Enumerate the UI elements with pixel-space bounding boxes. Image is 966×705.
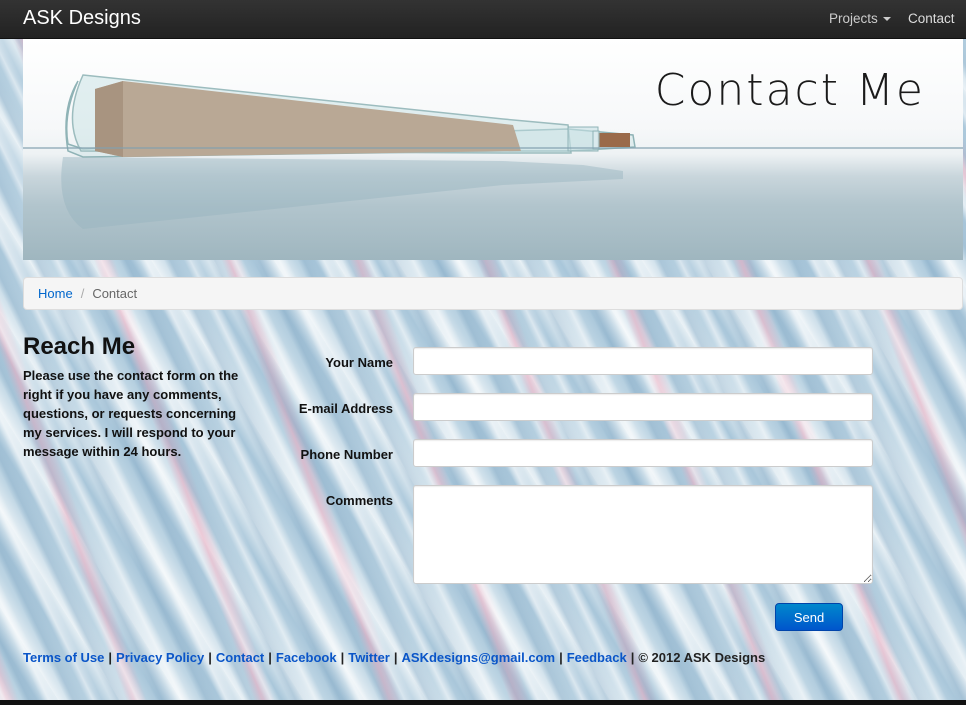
nav-projects-dropdown[interactable]: Projects — [829, 11, 891, 26]
top-navbar: ASK Designs Projects Contact — [0, 0, 966, 39]
name-field[interactable] — [413, 347, 873, 375]
footer-separator: | — [559, 650, 563, 665]
footer-link-privacy[interactable]: Privacy Policy — [116, 650, 204, 665]
breadcrumb-separator: / — [80, 286, 85, 301]
email-label: E-mail Address — [298, 401, 393, 416]
footer-separator: | — [208, 650, 212, 665]
breadcrumb: Home / Contact — [23, 277, 963, 310]
phone-field[interactable] — [413, 439, 873, 467]
footer-separator: | — [340, 650, 345, 665]
water-line — [23, 147, 963, 149]
breadcrumb-current: Contact — [92, 286, 138, 301]
footer-link-feedback[interactable]: Feedback — [567, 650, 627, 665]
footer-separator: | — [108, 650, 113, 665]
brand-logo[interactable]: ASK Designs — [23, 7, 141, 30]
name-label: Your Name — [325, 355, 393, 370]
comments-label: Comments — [325, 493, 393, 508]
bottom-bar — [0, 700, 966, 705]
footer-link-contact[interactable]: Contact — [216, 650, 264, 665]
footer-link-twitter[interactable]: Twitter — [348, 650, 390, 665]
hero-title: Contact Me — [654, 65, 925, 116]
section-title: Reach Me — [23, 333, 136, 360]
footer-link-facebook[interactable]: Facebook — [276, 650, 337, 665]
footer-separator: | — [393, 650, 398, 665]
comments-field[interactable] — [413, 485, 873, 584]
hero-banner: Contact Me — [23, 39, 963, 260]
footer: Terms of Use | Privacy Policy | Contact | Face… — [23, 650, 765, 665]
chevron-down-icon — [882, 17, 891, 22]
footer-separator: | — [630, 650, 635, 665]
footer-copyright: © 2012 ASK Designs — [638, 650, 766, 665]
nav-contact-link[interactable]: Contact — [908, 11, 955, 26]
footer-link-terms[interactable]: Terms of Use — [23, 650, 104, 665]
footer-link-email[interactable]: ASKdesigns@gmail.com — [402, 650, 556, 665]
phone-label: Phone Number — [300, 447, 393, 462]
footer-separator: | — [268, 650, 272, 665]
send-button[interactable]: Send — [775, 603, 843, 631]
email-field[interactable] — [413, 393, 873, 421]
breadcrumb-home-link[interactable]: Home — [38, 286, 73, 301]
nav-projects-label: Projects — [829, 11, 878, 26]
